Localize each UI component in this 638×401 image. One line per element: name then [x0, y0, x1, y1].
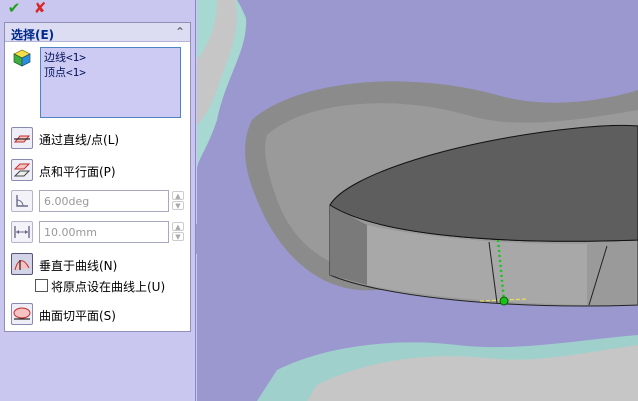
selection-group-header[interactable]: 选择(E) ⌃ — [5, 23, 190, 42]
origin-on-curve-option[interactable]: 将原点设在曲线上(U) — [11, 279, 189, 295]
selection-list[interactable]: 边线<1> 顶点<1> — [40, 47, 181, 118]
model-canvas[interactable] — [197, 0, 638, 401]
normal-to-curve-icon[interactable] — [11, 253, 33, 275]
ok-checkmark-icon[interactable]: ✔ — [6, 0, 22, 16]
distance-option: 10.00mm ▲ ▼ — [11, 221, 189, 243]
normal-to-curve-option[interactable]: 垂直于曲线(N) — [11, 253, 189, 275]
angle-icon[interactable] — [11, 190, 33, 212]
distance-spinner[interactable]: ▲ ▼ — [172, 222, 184, 242]
surface-tangent-label: 曲面切平面(S) — [39, 309, 116, 323]
distance-input[interactable]: 10.00mm — [39, 221, 169, 243]
origin-on-curve-label: 将原点设在曲线上(U) — [51, 280, 166, 294]
collapse-chevron-up-icon[interactable]: ⌃ — [175, 25, 185, 39]
distance-icon[interactable] — [11, 221, 33, 243]
surface-tangent-icon[interactable] — [11, 303, 33, 325]
confirm-toolbar: ✔ ✘ — [0, 0, 196, 20]
angle-option: 6.00deg ▲ ▼ — [11, 190, 189, 212]
property-manager-panel: ✔ ✘ 选择(E) ⌃ 边线<1> 顶点<1> 通过直线/点(L) 点和平行面(… — [0, 0, 196, 401]
surface-tangent-option[interactable]: 曲面切平面(S) — [11, 303, 189, 325]
selection-group: 选择(E) ⌃ 边线<1> 顶点<1> 通过直线/点(L) 点和平行面(P) 6… — [4, 22, 191, 332]
selection-cube-icon — [13, 49, 31, 67]
normal-to-curve-label: 垂直于曲线(N) — [39, 259, 118, 273]
through-line-point-option[interactable]: 通过直线/点(L) — [11, 127, 189, 149]
point-parallel-plane-option[interactable]: 点和平行面(P) — [11, 159, 189, 181]
selected-vertex-point — [499, 296, 509, 306]
selection-group-title: 选择(E) — [11, 28, 55, 42]
through-line-point-icon[interactable] — [11, 127, 33, 149]
angle-spinner[interactable]: ▲ ▼ — [172, 191, 184, 211]
cancel-close-icon[interactable]: ✘ — [32, 0, 48, 16]
angle-input[interactable]: 6.00deg — [39, 190, 169, 212]
point-parallel-plane-icon[interactable] — [11, 159, 33, 181]
selection-item-edge[interactable]: 边线<1> — [44, 50, 177, 65]
selection-item-vertex[interactable]: 顶点<1> — [44, 65, 177, 80]
origin-on-curve-checkbox[interactable] — [35, 279, 48, 292]
graphics-viewport[interactable] — [197, 0, 638, 401]
point-parallel-plane-label: 点和平行面(P) — [39, 165, 116, 179]
through-line-point-label: 通过直线/点(L) — [39, 133, 120, 147]
